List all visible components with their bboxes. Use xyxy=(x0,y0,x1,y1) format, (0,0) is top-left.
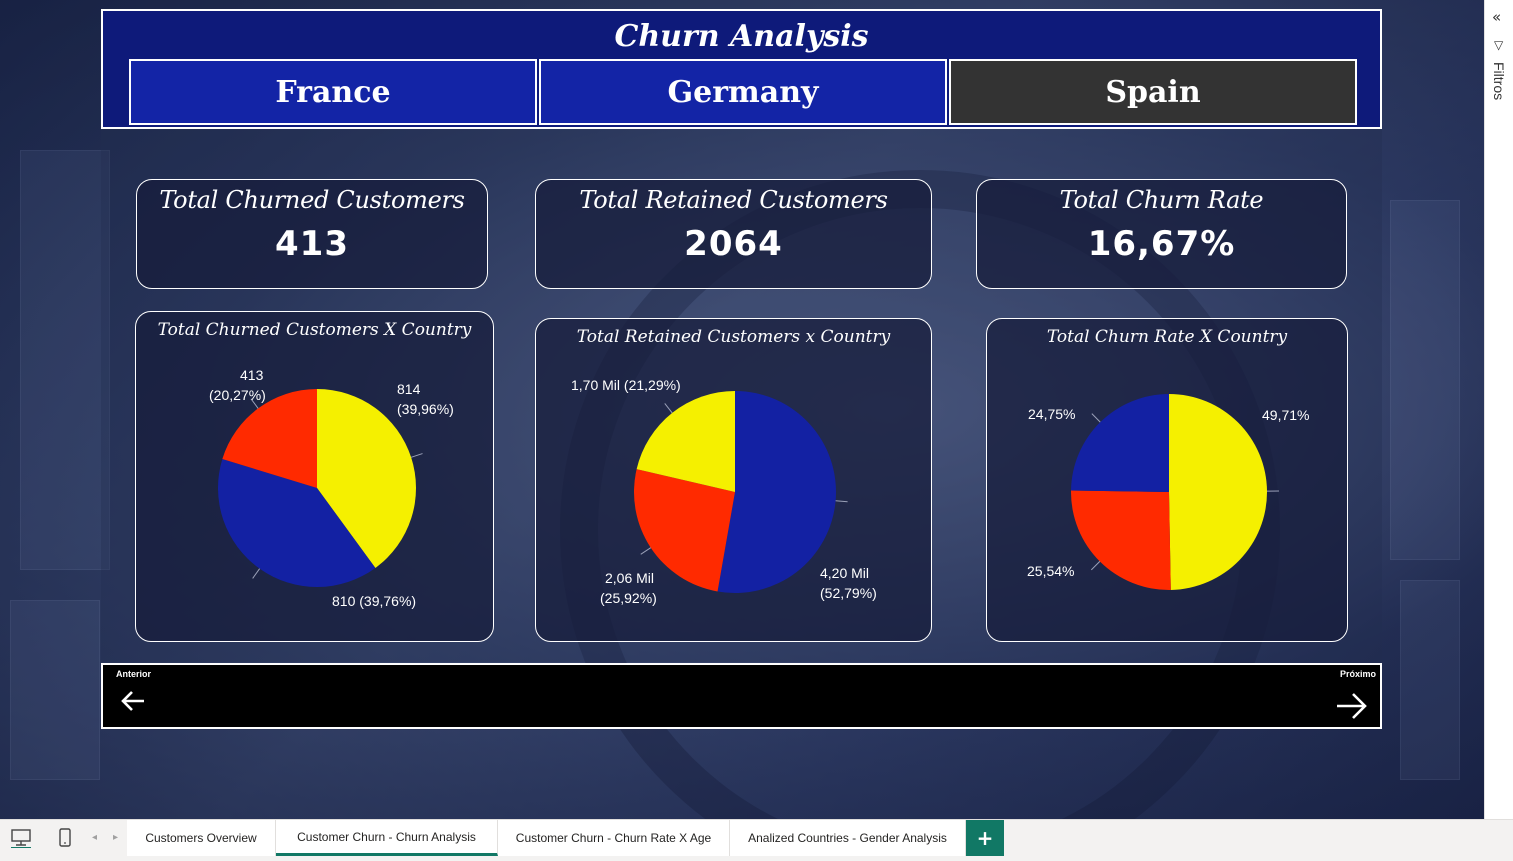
background-bar xyxy=(1400,580,1460,780)
tab-gender-analysis[interactable]: Analized Countries - Gender Analysis xyxy=(730,820,966,856)
kpi-value: 16,67% xyxy=(1087,224,1236,264)
pie-card-churned-by-country: Total Churned Customers X Country 814 (3… xyxy=(135,311,494,642)
pie-leader-line xyxy=(835,500,848,503)
kpi-card-churn-rate: Total Churn Rate 16,67% xyxy=(976,179,1347,289)
pie-data-label: 2,06 Mil xyxy=(605,570,655,586)
arrow-right-icon xyxy=(1337,693,1367,719)
pie-leader-line xyxy=(1090,561,1101,571)
france-button[interactable]: France xyxy=(129,59,537,125)
pie-data-label: (52,79%) xyxy=(820,585,877,601)
pie-slice[interactable] xyxy=(1071,394,1169,492)
tab-churn-analysis[interactable]: Customer Churn - Churn Analysis xyxy=(276,820,498,856)
spain-button[interactable]: Spain xyxy=(949,59,1357,125)
pie-leader-line xyxy=(640,547,652,555)
pie-data-label: 25,54% xyxy=(1027,563,1075,579)
pie-data-label: 413 xyxy=(240,367,264,383)
pie-slice[interactable] xyxy=(717,391,836,593)
desktop-icon[interactable] xyxy=(10,828,32,848)
pie-chart[interactable] xyxy=(136,312,495,643)
pie-data-label: 810 (39,76%) xyxy=(332,593,417,609)
pie-card-retained-by-country: Total Retained Customers x Country 4,20 … xyxy=(535,318,932,642)
pie-data-label: 49,71% xyxy=(1262,407,1310,423)
report-header: Churn Analysis France Germany Spain xyxy=(101,9,1382,129)
page-tab-bar: ◂ ▸ Customers Overview Customer Churn - … xyxy=(0,819,1513,861)
page-title: Churn Analysis xyxy=(614,19,869,54)
tab-churn-rate-age[interactable]: Customer Churn - Churn Rate X Age xyxy=(498,820,730,856)
main-panel: Total Churned Customers 413 Total Retain… xyxy=(101,129,1382,662)
pie-data-label: 1,70 Mil (21,29%) xyxy=(571,377,681,393)
pie-leader-line xyxy=(1091,413,1101,423)
pie-slice[interactable] xyxy=(1071,490,1171,590)
next-page-button[interactable]: Próximo xyxy=(1316,669,1376,723)
previous-page-button[interactable]: Anterior xyxy=(116,669,176,723)
germany-button[interactable]: Germany xyxy=(539,59,947,125)
previous-label: Anterior xyxy=(116,669,152,679)
scroll-right-icon[interactable]: ▸ xyxy=(113,832,118,843)
pie-card-churn-rate-by-country: Total Churn Rate X Country 49,71% 25,54%… xyxy=(986,318,1348,642)
pie-data-label: (39,96%) xyxy=(397,401,454,417)
background-bar xyxy=(20,150,110,570)
kpi-title: Total Churned Customers xyxy=(159,186,465,214)
pie-leader-line xyxy=(664,403,673,414)
next-label: Próximo xyxy=(1339,669,1376,679)
scroll-left-icon[interactable]: ◂ xyxy=(92,832,97,843)
double-chevron-left-icon[interactable]: « xyxy=(1492,8,1501,26)
background-bar xyxy=(10,600,100,780)
kpi-title: Total Retained Customers xyxy=(579,186,888,214)
funnel-icon: ▽ xyxy=(1494,38,1504,52)
filter-pane[interactable]: « ▽ Filtros xyxy=(1484,0,1513,819)
filter-pane-label[interactable]: Filtros xyxy=(1491,62,1507,100)
tab-customers-overview[interactable]: Customers Overview xyxy=(127,820,276,856)
pie-data-label: 24,75% xyxy=(1028,406,1076,422)
kpi-card-retained: Total Retained Customers 2064 xyxy=(535,179,932,289)
pie-leader-line xyxy=(410,453,423,458)
navigation-bar: Anterior Próximo xyxy=(101,663,1382,729)
pie-data-label: (25,92%) xyxy=(600,590,657,606)
pie-leader-line xyxy=(252,568,261,579)
kpi-title: Total Churn Rate xyxy=(1059,186,1264,214)
pie-data-label: (20,27%) xyxy=(209,387,266,403)
kpi-value: 413 xyxy=(275,224,349,264)
mobile-icon[interactable] xyxy=(58,828,72,848)
background-bar xyxy=(1390,200,1460,560)
pie-slice[interactable] xyxy=(1169,394,1267,590)
pie-chart[interactable] xyxy=(987,319,1349,643)
arrow-left-icon xyxy=(121,691,144,711)
pie-data-label: 814 xyxy=(397,381,421,397)
add-page-button[interactable]: + xyxy=(966,820,1004,856)
kpi-card-churned: Total Churned Customers 413 xyxy=(136,179,488,289)
pie-data-label: 4,20 Mil xyxy=(820,565,870,581)
kpi-value: 2064 xyxy=(684,224,783,264)
